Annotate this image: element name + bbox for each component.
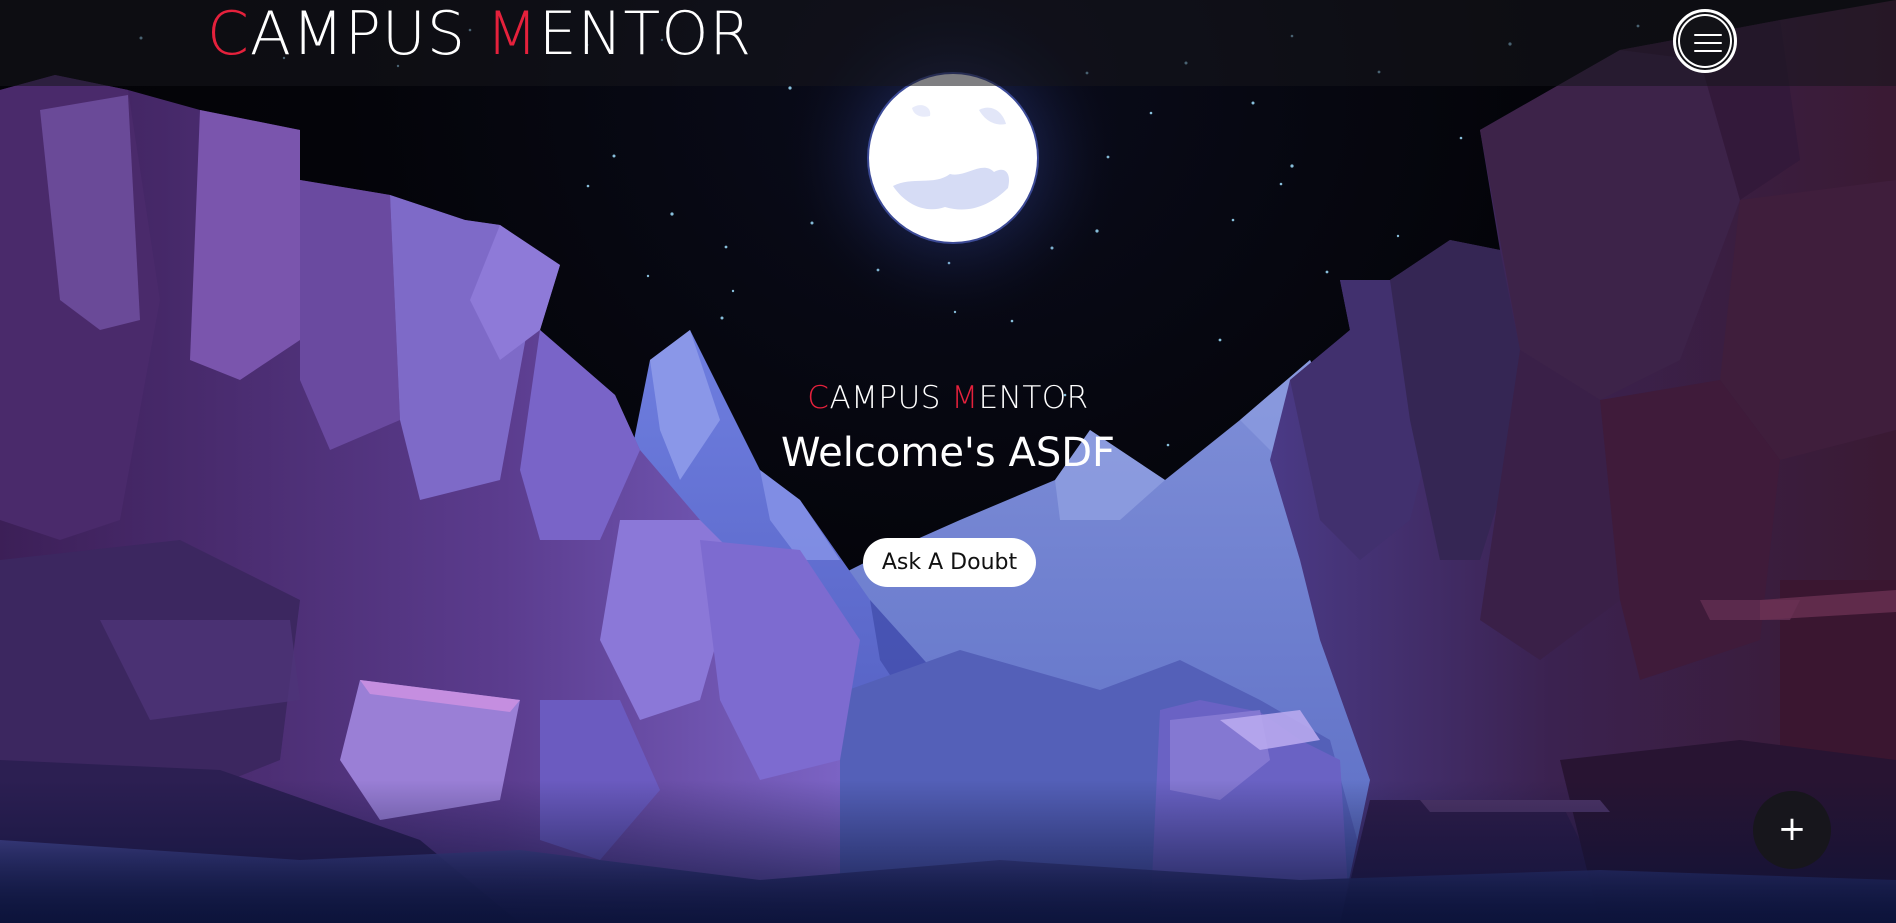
hero-initial-c: C bbox=[807, 380, 830, 416]
hamburger-menu-icon bbox=[1694, 34, 1722, 36]
logo-text-entor: ENTOR bbox=[538, 0, 753, 69]
moon bbox=[867, 72, 1039, 244]
plus-icon: + bbox=[1777, 809, 1807, 849]
ask-a-doubt-button[interactable]: Ask A Doubt bbox=[863, 538, 1036, 587]
hero-section: CAMPUS MENTOR Welcome's ASDF bbox=[748, 375, 1148, 481]
welcome-heading: Welcome's ASDF bbox=[780, 430, 1116, 476]
hero-text-ampus: AMPUS bbox=[829, 380, 952, 416]
hero-brand-title: CAMPUS MENTOR bbox=[748, 375, 1148, 421]
hero-text-entor: ENTOR bbox=[978, 380, 1089, 416]
logo-initial-m: M bbox=[485, 0, 539, 69]
logo-initial-c: C bbox=[207, 0, 250, 69]
logo-text-ampus: AMPUS bbox=[249, 0, 486, 69]
hero-initial-m: M bbox=[951, 380, 979, 416]
floating-add-button[interactable]: + bbox=[1753, 791, 1831, 869]
hamburger-menu-button[interactable] bbox=[1673, 9, 1737, 73]
site-logo[interactable]: CAMPUS MENTOR bbox=[207, 0, 752, 74]
page-background: CAMPUS MENTOR CAMPUS MENTOR Welcome's AS… bbox=[0, 0, 1896, 923]
